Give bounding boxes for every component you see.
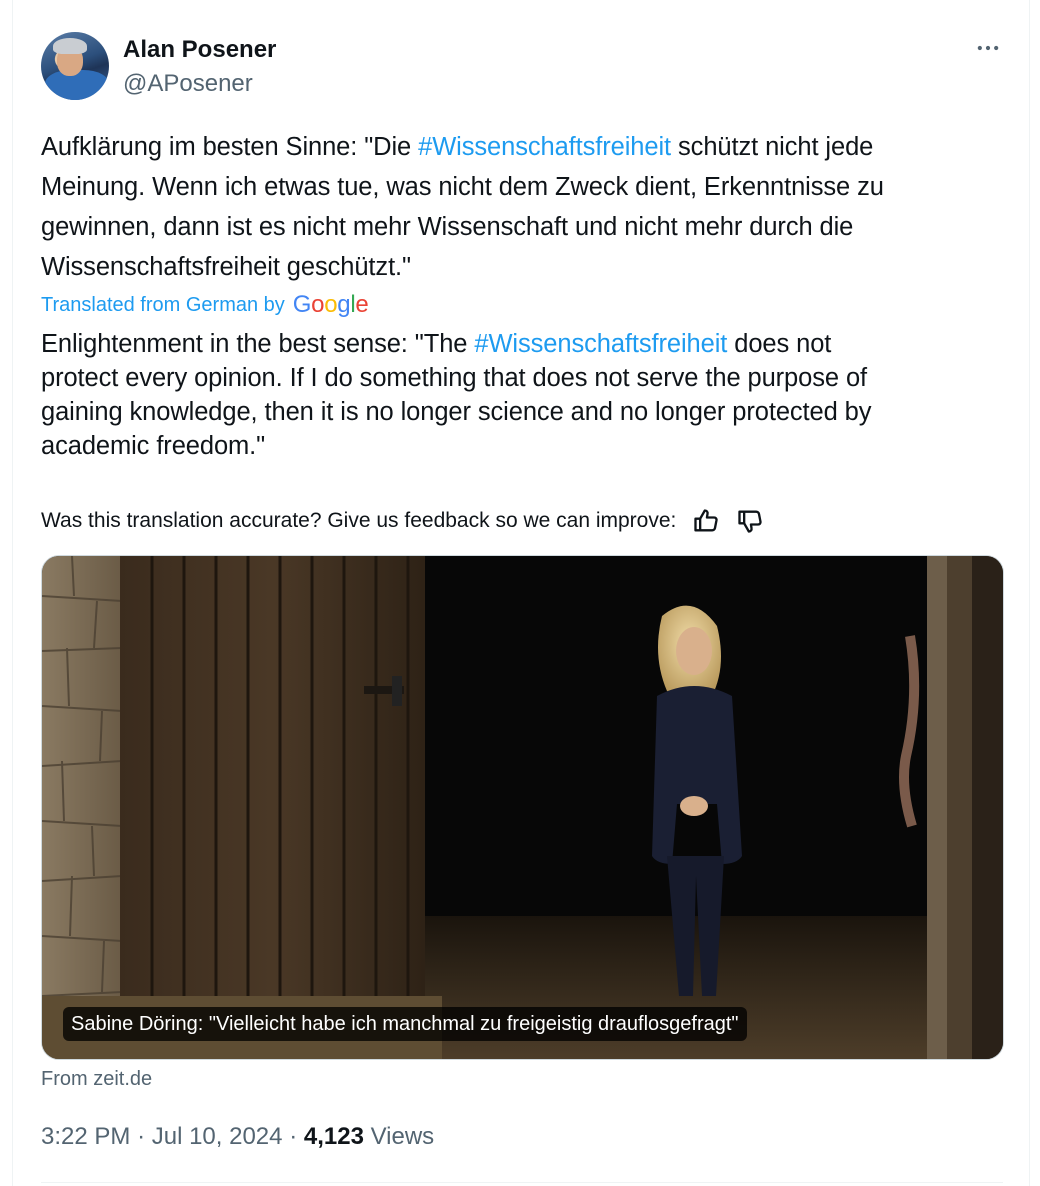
- translation-segment: Enlightenment in the best sense: "The: [41, 330, 475, 358]
- translation-line: protect every opinion. If I do something…: [41, 364, 868, 392]
- link-card-title: Sabine Döring: "Vielleicht habe ich manc…: [63, 1007, 747, 1041]
- timeline-border-left: [12, 0, 13, 1186]
- author-handle[interactable]: @APosener: [123, 69, 253, 99]
- translation-feedback: Was this translation accurate? Give us f…: [41, 505, 764, 537]
- hashtag-link[interactable]: #Wissenschaftsfreiheit: [474, 330, 727, 358]
- author-name[interactable]: Alan Posener: [123, 35, 276, 65]
- views-label: Views: [370, 1123, 435, 1150]
- meta-separator: ·: [289, 1123, 298, 1150]
- tweet-line: gewinnen, dann ist es nicht mehr Wissens…: [41, 213, 854, 241]
- author-avatar[interactable]: [41, 32, 109, 100]
- tweet-text-segment: schützt nicht jede: [671, 133, 874, 161]
- translated-by-link[interactable]: Translated from German by Google: [41, 290, 369, 320]
- feedback-prompt: Was this translation accurate? Give us f…: [41, 509, 677, 532]
- link-preview-card[interactable]: Sabine Döring: "Vielleicht habe ich manc…: [41, 555, 1004, 1060]
- hashtag-link[interactable]: #Wissenschaftsfreiheit: [418, 133, 671, 161]
- tweet-line: Aufklärung im besten Sinne: "Die #Wissen…: [41, 127, 1016, 167]
- avatar-hair: [53, 38, 87, 54]
- translated-by-label: Translated from German by: [41, 293, 285, 316]
- tweet-time[interactable]: 3:22 PM: [41, 1123, 130, 1150]
- timeline-border-right: [1029, 0, 1030, 1186]
- divider: [41, 1182, 1003, 1183]
- tweet-meta: 3:22 PM · Jul 10, 2024 · 4,123 Views: [41, 1121, 434, 1153]
- tweet-line: Wissenschaftsfreiheit geschützt.": [41, 253, 411, 281]
- views-count: 4,123: [303, 1123, 364, 1150]
- tweet-text-segment: Aufklärung im besten Sinne: "Die: [41, 133, 419, 161]
- avatar-shirt: [45, 70, 109, 100]
- meta-separator: ·: [137, 1123, 146, 1150]
- google-logo: Google: [292, 291, 369, 318]
- more-options-button[interactable]: [972, 32, 1004, 64]
- translation-line: gaining knowledge, then it is no longer …: [41, 398, 872, 426]
- thumbs-up-icon[interactable]: [692, 507, 720, 535]
- translation-text: Enlightenment in the best sense: "The #W…: [41, 327, 1011, 463]
- more-horizontal-icon: [977, 45, 999, 51]
- translation-line: Enlightenment in the best sense: "The #W…: [41, 327, 1011, 361]
- tweet-text: Aufklärung im besten Sinne: "Die #Wissen…: [41, 127, 1016, 287]
- tweet-line: Meinung. Wenn ich etwas tue, was nicht d…: [41, 173, 884, 201]
- translation-line: academic freedom.": [41, 432, 266, 460]
- link-source[interactable]: From zeit.de: [41, 1065, 152, 1093]
- thumbs-down-icon[interactable]: [736, 507, 764, 535]
- tweet-date[interactable]: Jul 10, 2024: [152, 1123, 283, 1150]
- article-image: [42, 556, 1003, 1059]
- translation-segment: does not: [727, 330, 832, 358]
